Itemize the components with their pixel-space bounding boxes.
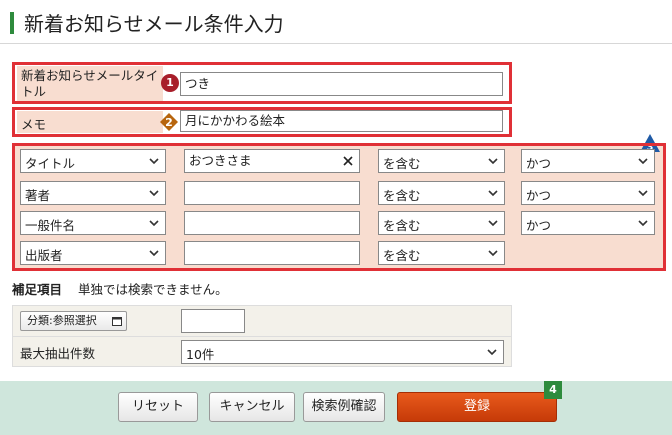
max-results-select[interactable]: 10件 xyxy=(181,340,504,364)
highlight-box-title xyxy=(12,62,512,104)
highlight-box-conditions xyxy=(12,143,666,271)
reset-button[interactable]: リセット xyxy=(118,392,198,422)
category-row-divider xyxy=(13,336,511,337)
search-examples-button[interactable]: 検索例確認 xyxy=(303,392,385,422)
supplement-heading: 補足項目 xyxy=(12,282,63,297)
register-button[interactable]: 登録 xyxy=(397,392,557,422)
max-results-label: 最大抽出件数 xyxy=(20,346,96,361)
header-accent-bar xyxy=(10,12,14,34)
cancel-button[interactable]: キャンセル xyxy=(209,392,295,422)
highlight-box-memo xyxy=(12,107,512,137)
supplement-note: 補足項目 単独では検索できません。 xyxy=(12,279,228,298)
max-results-value: 10件 xyxy=(186,347,215,362)
chevron-down-icon xyxy=(487,349,497,356)
supplement-note-text: 単独では検索できません。 xyxy=(77,282,228,297)
badge-4: 4 xyxy=(544,381,562,399)
category-input[interactable] xyxy=(181,309,245,333)
page-header: 新着お知らせメール条件入力 xyxy=(0,0,672,44)
page-title: 新着お知らせメール条件入力 xyxy=(24,12,284,36)
category-select-button[interactable]: 分類:参照選択 xyxy=(20,311,127,331)
category-button-label: 分類:参照選択 xyxy=(27,314,97,327)
popup-window-icon xyxy=(112,317,122,326)
